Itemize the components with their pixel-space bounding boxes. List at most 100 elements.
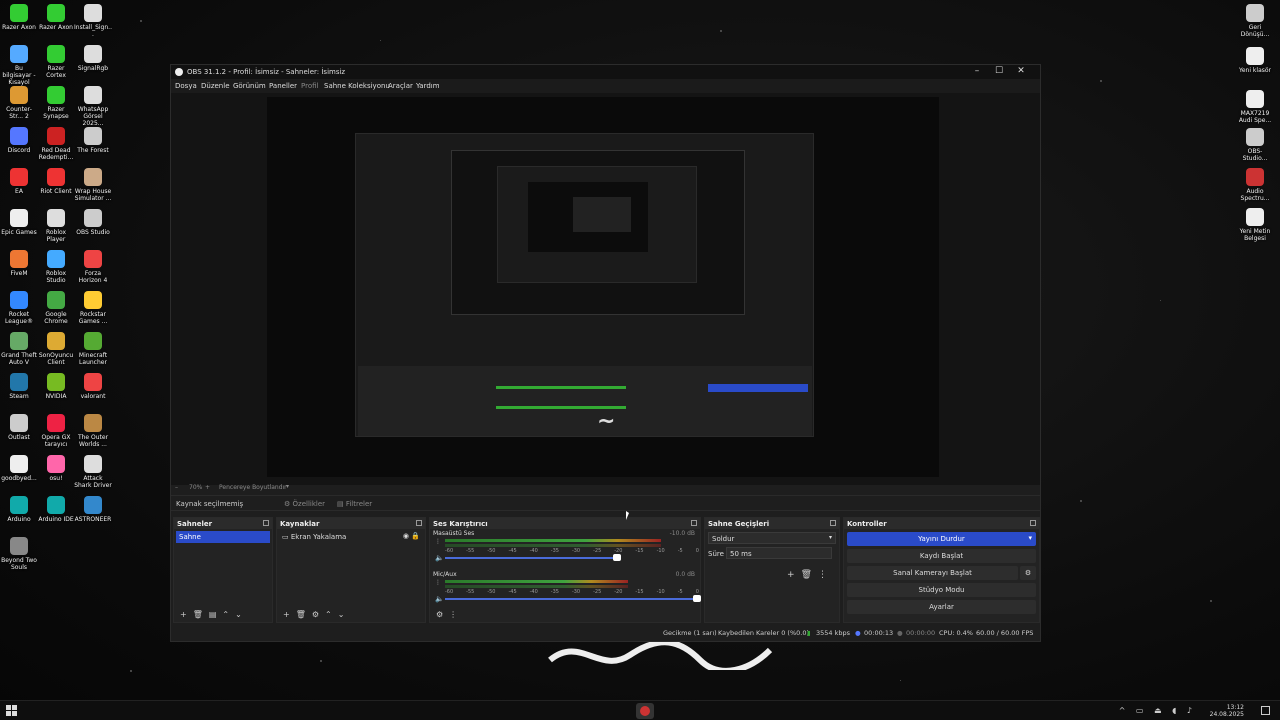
scene-filters-button[interactable]: ▤: [209, 610, 223, 619]
remove-scene-button[interactable]: 🗑: [193, 610, 209, 619]
desktop-icon[interactable]: WhatsApp Görsel 2025...: [74, 86, 112, 127]
notification-icon[interactable]: [1261, 706, 1270, 715]
channel-menu-icon[interactable]: ⋮: [435, 579, 441, 586]
desktop-icon[interactable]: Audio Spectru...: [1236, 168, 1274, 202]
desktop-icon[interactable]: Attack Shark Driver: [74, 455, 112, 489]
desktop-icon[interactable]: Rocket League®: [0, 291, 38, 325]
desktop-icon[interactable]: Epic Games: [0, 209, 38, 236]
desktop-icon[interactable]: Razer Axon: [0, 4, 38, 31]
lock-icon[interactable]: 🔒: [411, 532, 420, 540]
desktop-icon[interactable]: Geri Dönüşü...: [1236, 4, 1274, 38]
desktop-icon[interactable]: OBS Studio: [74, 209, 112, 236]
zoom-out-button[interactable]: –: [175, 484, 178, 491]
desktop-icon[interactable]: Rockstar Games ...: [74, 291, 112, 325]
volume-slider[interactable]: [445, 554, 621, 561]
desktop-icon[interactable]: goodbyed...: [0, 455, 38, 482]
move-up-button[interactable]: ⌃: [222, 610, 235, 619]
studio-mode-button[interactable]: Stüdyo Modu: [847, 583, 1036, 597]
desktop-icon[interactable]: FiveM: [0, 250, 38, 277]
desktop-icon[interactable]: The Forest: [74, 127, 112, 154]
popout-icon[interactable]: [691, 520, 697, 526]
desktop-icon[interactable]: Steam: [0, 373, 38, 400]
move-down-button[interactable]: ⌄: [338, 610, 351, 619]
desktop-icon[interactable]: Outlast: [0, 414, 38, 441]
remove-source-button[interactable]: 🗑: [296, 610, 312, 619]
desktop-icon[interactable]: ASTRONEER: [74, 496, 112, 523]
desktop-icon[interactable]: Arduino IDE: [37, 496, 75, 523]
popout-icon[interactable]: [830, 520, 836, 526]
desktop-icon[interactable]: Roblox Player: [37, 209, 75, 243]
menu-tools[interactable]: Araçlar: [388, 82, 413, 90]
popout-icon[interactable]: [1030, 520, 1036, 526]
menu-view[interactable]: Görünüm: [233, 82, 266, 90]
volume-slider[interactable]: [445, 595, 701, 602]
duration-input[interactable]: 50 ms: [726, 547, 832, 559]
desktop-icon[interactable]: OBS-Studio...: [1236, 128, 1274, 162]
menu-help[interactable]: Yardım: [416, 82, 440, 90]
minimize-button[interactable]: –: [966, 66, 988, 76]
add-transition-button[interactable]: +: [787, 570, 801, 580]
speaker-icon[interactable]: 🔈: [435, 554, 444, 562]
start-button[interactable]: [6, 705, 18, 717]
desktop-icon[interactable]: Arduino: [0, 496, 38, 523]
desktop-icon[interactable]: SignalRgb: [74, 45, 112, 72]
desktop-icon[interactable]: Grand Theft Auto V: [0, 332, 38, 366]
maximize-button[interactable]: ☐: [988, 66, 1010, 76]
volume-knob[interactable]: [693, 595, 701, 602]
desktop-icon[interactable]: Discord: [0, 127, 38, 154]
menu-docks[interactable]: Paneller: [269, 82, 297, 90]
zoom-in-button[interactable]: +: [205, 484, 210, 491]
mixer-settings-button[interactable]: ⚙: [436, 610, 449, 619]
remove-transition-button[interactable]: 🗑: [801, 570, 818, 580]
desktop-icon[interactable]: Install_Sign...: [74, 4, 112, 38]
desktop-icon[interactable]: valorant: [74, 373, 112, 400]
desktop-icon[interactable]: osu!: [37, 455, 75, 482]
desktop-icon[interactable]: Yeni klasör: [1236, 47, 1274, 74]
desktop-icon[interactable]: Forza Horizon 4: [74, 250, 112, 284]
mixer-menu-button[interactable]: ⋮: [449, 610, 463, 619]
menu-profile[interactable]: Profil: [301, 82, 318, 90]
desktop-icon[interactable]: Opera GX tarayıcı: [37, 414, 75, 448]
desktop-icon[interactable]: Counter-Str... 2: [0, 86, 38, 120]
desktop-icon[interactable]: Wrap House Simulator ...: [74, 168, 112, 202]
source-settings-button[interactable]: ⚙: [312, 610, 325, 619]
popout-icon[interactable]: [263, 520, 269, 526]
filters-button[interactable]: ▤ Filtreler: [337, 500, 372, 508]
desktop-icon[interactable]: The Outer Worlds ...: [74, 414, 112, 448]
tray-icons[interactable]: ^ ▭ ⏏ ◖ ♪: [1119, 706, 1196, 715]
virtual-camera-button[interactable]: Sanal Kamerayı Başlat: [847, 566, 1018, 580]
gear-icon[interactable]: ⚙: [1020, 566, 1036, 580]
close-button[interactable]: ✕: [1010, 66, 1032, 76]
volume-knob[interactable]: [613, 554, 621, 561]
start-record-button[interactable]: Kaydı Başlat: [847, 549, 1036, 563]
menu-file[interactable]: Dosya: [175, 82, 197, 90]
settings-button[interactable]: Ayarlar: [847, 600, 1036, 614]
desktop-icon[interactable]: Roblox Studio: [37, 250, 75, 284]
move-down-button[interactable]: ⌄: [235, 610, 248, 619]
speaker-icon[interactable]: 🔈: [435, 595, 444, 603]
eye-icon[interactable]: ◉: [403, 532, 409, 540]
transition-select[interactable]: Soldur ▾: [708, 532, 836, 544]
desktop-icon[interactable]: SonOyuncu Client: [37, 332, 75, 366]
desktop-icon[interactable]: Razer Axon: [37, 4, 75, 31]
desktop-icon[interactable]: NVIDIA: [37, 373, 75, 400]
chevron-down-icon[interactable]: ▾: [1028, 534, 1032, 542]
source-item[interactable]: ▭ Ekran Yakalama ◉ 🔒: [279, 531, 423, 543]
clock[interactable]: 13:12 24.08.2025: [1210, 704, 1244, 718]
transition-menu-button[interactable]: ⋮: [818, 570, 833, 580]
channel-menu-icon[interactable]: ⋮: [435, 538, 441, 545]
move-up-button[interactable]: ⌃: [325, 610, 338, 619]
menu-edit[interactable]: Düzenle: [201, 82, 230, 90]
desktop-icon[interactable]: Red Dead Redempti...: [37, 127, 75, 161]
desktop-icon[interactable]: Riot Client: [37, 168, 75, 195]
desktop-icon[interactable]: Yeni Metin Belgesi: [1236, 208, 1274, 242]
desktop-icon[interactable]: Razer Synapse: [37, 86, 75, 120]
chevron-down-icon[interactable]: ▾: [286, 483, 289, 490]
desktop-icon[interactable]: Minecraft Launcher: [74, 332, 112, 366]
desktop-icon[interactable]: Google Chrome: [37, 291, 75, 325]
fit-window-button[interactable]: Pencereye Boyutlandır: [219, 484, 287, 491]
properties-button[interactable]: ⚙ Özellikler: [284, 500, 325, 508]
desktop-icon[interactable]: Razer Cortex: [37, 45, 75, 79]
stop-stream-button[interactable]: Yayını Durdur ▾: [847, 532, 1036, 546]
popout-icon[interactable]: [416, 520, 422, 526]
